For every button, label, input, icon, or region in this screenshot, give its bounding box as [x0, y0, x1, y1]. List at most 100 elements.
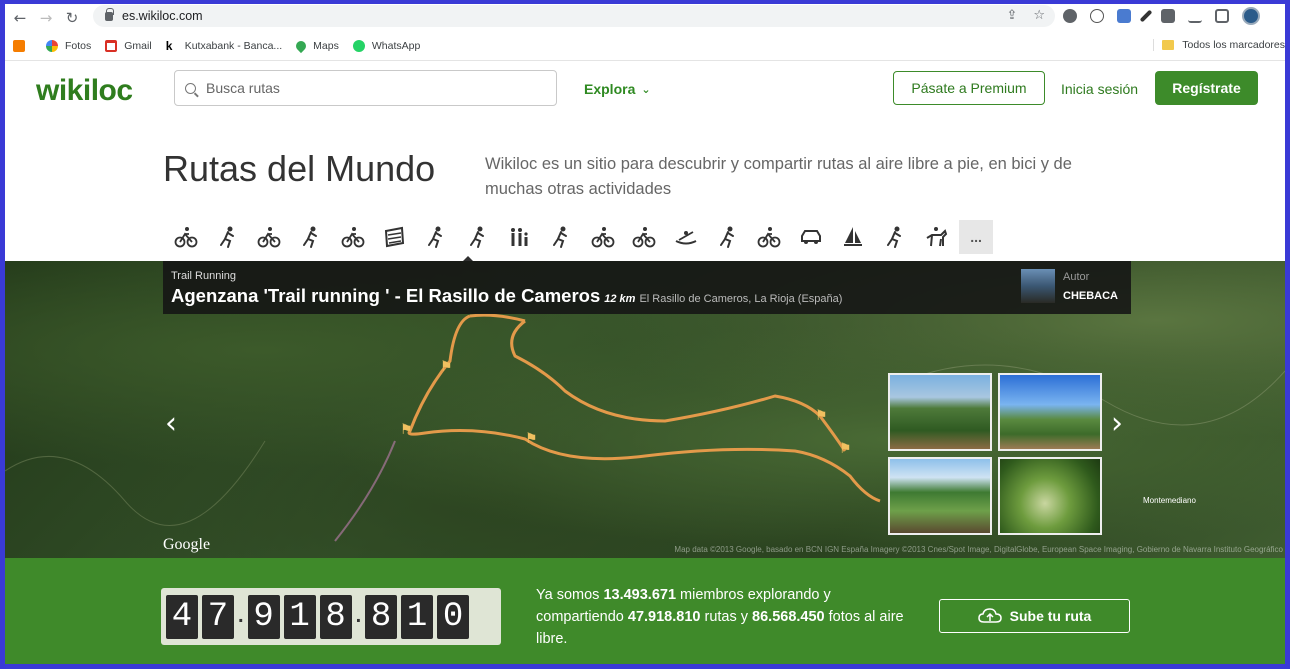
reload-icon[interactable]: ↻ [59, 6, 85, 30]
all-bookmarks[interactable]: Todos los marcadores [1153, 39, 1285, 51]
cycling-icon-glyph [257, 227, 281, 248]
address-bar[interactable]: es.wikiloc.com ⇪ ☆ [93, 5, 1055, 27]
forward-icon[interactable]: → [33, 6, 59, 30]
author-avatar[interactable] [1021, 269, 1055, 303]
wikiloc-logo[interactable]: wikiloc [36, 74, 133, 108]
route-photo[interactable] [888, 373, 992, 451]
search-box[interactable] [174, 70, 557, 106]
chevron-down-icon: ⌄ [641, 82, 651, 96]
back-icon[interactable]: ← [7, 6, 33, 30]
route-photo[interactable] [888, 457, 992, 535]
skiing-icon[interactable] [874, 220, 916, 254]
family-walk-icon[interactable] [499, 220, 541, 254]
explore-label: Explora [584, 81, 636, 97]
waypoint-flag-icon[interactable]: ⚑ [525, 431, 538, 447]
running-icon[interactable] [290, 220, 332, 254]
next-arrow-icon[interactable]: › [1111, 406, 1123, 441]
gmail-icon [105, 40, 118, 52]
bookmarks-bar: Fotos Gmail k Kutxabank - Banca... Maps W… [5, 35, 1285, 57]
hiking-icon-glyph [219, 226, 234, 248]
counter-digit: 7 [202, 594, 234, 639]
waypoint-flag-icon[interactable]: ⚑ [815, 408, 828, 424]
waypoint-flag-icon[interactable]: ⚑ [440, 359, 453, 375]
sidepanel-icon[interactable] [1215, 9, 1229, 23]
browser-toolbar: ← → ↻ es.wikiloc.com ⇪ ☆ [5, 4, 1285, 32]
site-header: wikiloc Explora ⌄ Pásate a Premium Inici… [5, 60, 1285, 118]
download-icon[interactable] [1188, 9, 1202, 23]
running-icon-glyph [302, 226, 317, 248]
signup-button[interactable]: Regístrate [1155, 71, 1258, 105]
sailing-icon[interactable] [832, 220, 874, 254]
route-photo[interactable] [998, 373, 1102, 451]
featured-route-card[interactable]: Trail Running Agenzana 'Trail running ' … [163, 261, 1131, 314]
route-photos-grid [888, 373, 1102, 535]
explore-menu[interactable]: Explora ⌄ [584, 81, 651, 97]
login-link[interactable]: Inicia sesión [1061, 81, 1138, 97]
star-icon[interactable]: ☆ [1033, 8, 1045, 23]
motorcycle-icon-glyph [591, 227, 615, 248]
walking-icon[interactable] [707, 220, 749, 254]
search-input[interactable] [206, 80, 536, 96]
route-location: El Rasillo de Cameros, La Rioja (España) [639, 293, 843, 305]
bookmark-label: Fotos [65, 40, 92, 52]
extension-icon[interactable] [1063, 9, 1077, 23]
bookmark-maps[interactable]: Maps [294, 38, 339, 54]
more-activities-button[interactable]: ... [959, 220, 994, 254]
previous-arrow-icon[interactable]: ‹ [165, 406, 177, 441]
car-icon-glyph [801, 230, 822, 244]
climbing-icon[interactable] [415, 220, 457, 254]
cycling-icon[interactable] [248, 220, 290, 254]
horseback-icon[interactable] [915, 220, 957, 254]
bookmark-whatsapp[interactable]: WhatsApp [352, 40, 420, 52]
eyedropper-icon[interactable] [1139, 9, 1153, 23]
folder-icon [1162, 40, 1175, 50]
activity-filter-bar: ... [165, 220, 994, 254]
hiking-icon[interactable] [207, 220, 249, 254]
bookmark-blogger[interactable] [13, 40, 32, 52]
via-ferrata-icon-glyph [385, 226, 405, 248]
climbing-icon-glyph [427, 226, 442, 248]
mountain-biking-icon[interactable] [165, 220, 207, 254]
route-distance: 12 km [604, 293, 636, 305]
formula-extension-icon[interactable] [1090, 9, 1104, 23]
puzzle-icon[interactable] [1161, 9, 1175, 23]
route-photo[interactable] [998, 457, 1102, 535]
waypoint-flag-icon[interactable]: ⚑ [400, 422, 413, 438]
car-icon[interactable] [790, 220, 832, 254]
blogger-icon [13, 40, 25, 52]
bookmark-fotos[interactable]: Fotos [46, 40, 91, 52]
trail-running-icon[interactable] [457, 220, 499, 254]
share-icon[interactable]: ⇪ [1006, 8, 1017, 23]
routes-counter: 47.918.810 [161, 588, 501, 645]
motorcycle-icon[interactable] [582, 220, 624, 254]
maps-pin-icon [294, 38, 309, 54]
mountain-biking-icon-glyph [174, 227, 198, 248]
mountain-bike-icon[interactable] [332, 220, 374, 254]
ski-touring-icon[interactable] [540, 220, 582, 254]
premium-button[interactable]: Pásate a Premium [893, 71, 1045, 105]
quad-icon-glyph [758, 227, 781, 248]
route-title[interactable]: Agenzana 'Trail running ' - El Rasillo d… [171, 285, 600, 306]
kayak-icon[interactable] [665, 220, 707, 254]
counter-digit: 8 [319, 594, 352, 639]
photos-count: 86.568.450 [752, 609, 825, 625]
profile-avatar[interactable] [1242, 7, 1260, 25]
upload-label: Sube tu ruta [1009, 608, 1092, 624]
via-ferrata-icon[interactable] [373, 220, 415, 254]
translate-extension-icon[interactable] [1117, 9, 1131, 23]
route-title-row: Agenzana 'Trail running ' - El Rasillo d… [171, 285, 842, 307]
sailing-icon-glyph [843, 227, 862, 246]
upload-route-button[interactable]: Sube tu ruta [939, 599, 1130, 633]
counter-digit: 4 [166, 594, 198, 639]
bookmark-kutxabank[interactable]: k Kutxabank - Banca... [166, 40, 282, 52]
routes-count: 47.918.810 [627, 609, 701, 625]
bookmark-gmail[interactable]: Gmail [105, 40, 152, 52]
waypoint-flag-icon[interactable]: ⚑ [839, 441, 852, 457]
author-name[interactable]: CHEBACA [1063, 290, 1118, 302]
counter-digit: 0 [437, 594, 470, 639]
counter-separator: . [238, 605, 244, 627]
motocross-icon[interactable] [624, 220, 666, 254]
motocross-icon-glyph [633, 227, 656, 248]
skiing-icon-glyph [886, 226, 901, 248]
quad-icon[interactable] [749, 220, 791, 254]
